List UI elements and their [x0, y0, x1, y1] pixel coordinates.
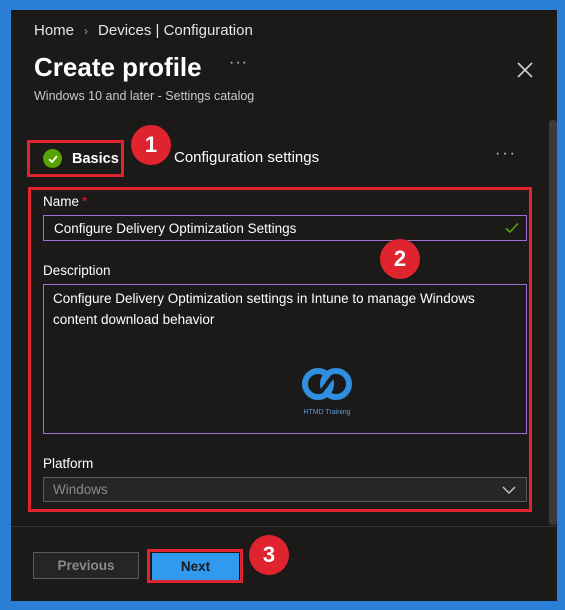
description-label: Description — [43, 263, 111, 278]
close-button[interactable] — [514, 59, 536, 81]
platform-label: Platform — [43, 456, 94, 471]
step-badge-1: 1 — [131, 125, 171, 165]
footer-divider — [11, 526, 557, 527]
required-indicator: * — [82, 194, 88, 209]
description-textarea[interactable]: Configure Delivery Optimization settings… — [43, 284, 527, 434]
tab-basics[interactable]: Basics — [27, 140, 124, 177]
tab-configuration-settings[interactable]: Configuration settings — [174, 149, 319, 166]
breadcrumb-home-link[interactable]: Home — [34, 22, 74, 39]
watermark-text: HTMD Training — [303, 409, 351, 416]
step-badge-3: 3 — [249, 535, 289, 575]
breadcrumb-separator-icon: › — [84, 23, 89, 38]
breadcrumb-devices-configuration-link[interactable]: Devices | Configuration — [98, 22, 253, 39]
chevron-down-icon — [502, 486, 516, 494]
page-title: Create profile — [34, 52, 202, 82]
name-input[interactable] — [43, 215, 527, 241]
tabs-more-icon[interactable]: ··· — [495, 145, 517, 163]
name-field-label: Name * — [43, 194, 87, 209]
step-badge-2: 2 — [380, 239, 420, 279]
htmd-logo-watermark — [302, 368, 352, 400]
next-button[interactable]: Next — [152, 553, 239, 580]
platform-selected-value: Windows — [53, 482, 108, 497]
tab-basics-label: Basics — [72, 150, 119, 167]
create-profile-panel: Home › Devices | Configuration Create pr… — [11, 10, 557, 601]
vertical-scrollbar[interactable] — [549, 120, 557, 525]
page-subtitle: Windows 10 and later - Settings catalog — [34, 89, 255, 103]
previous-button[interactable]: Previous — [33, 552, 139, 579]
check-circle-icon — [43, 149, 62, 168]
platform-dropdown[interactable]: Windows — [43, 477, 527, 502]
close-icon — [517, 62, 533, 78]
name-label-text: Name — [43, 194, 80, 209]
checkmark-icon — [505, 222, 519, 234]
more-options-icon[interactable]: ··· — [229, 54, 248, 72]
breadcrumb: Home › Devices | Configuration — [34, 22, 253, 39]
